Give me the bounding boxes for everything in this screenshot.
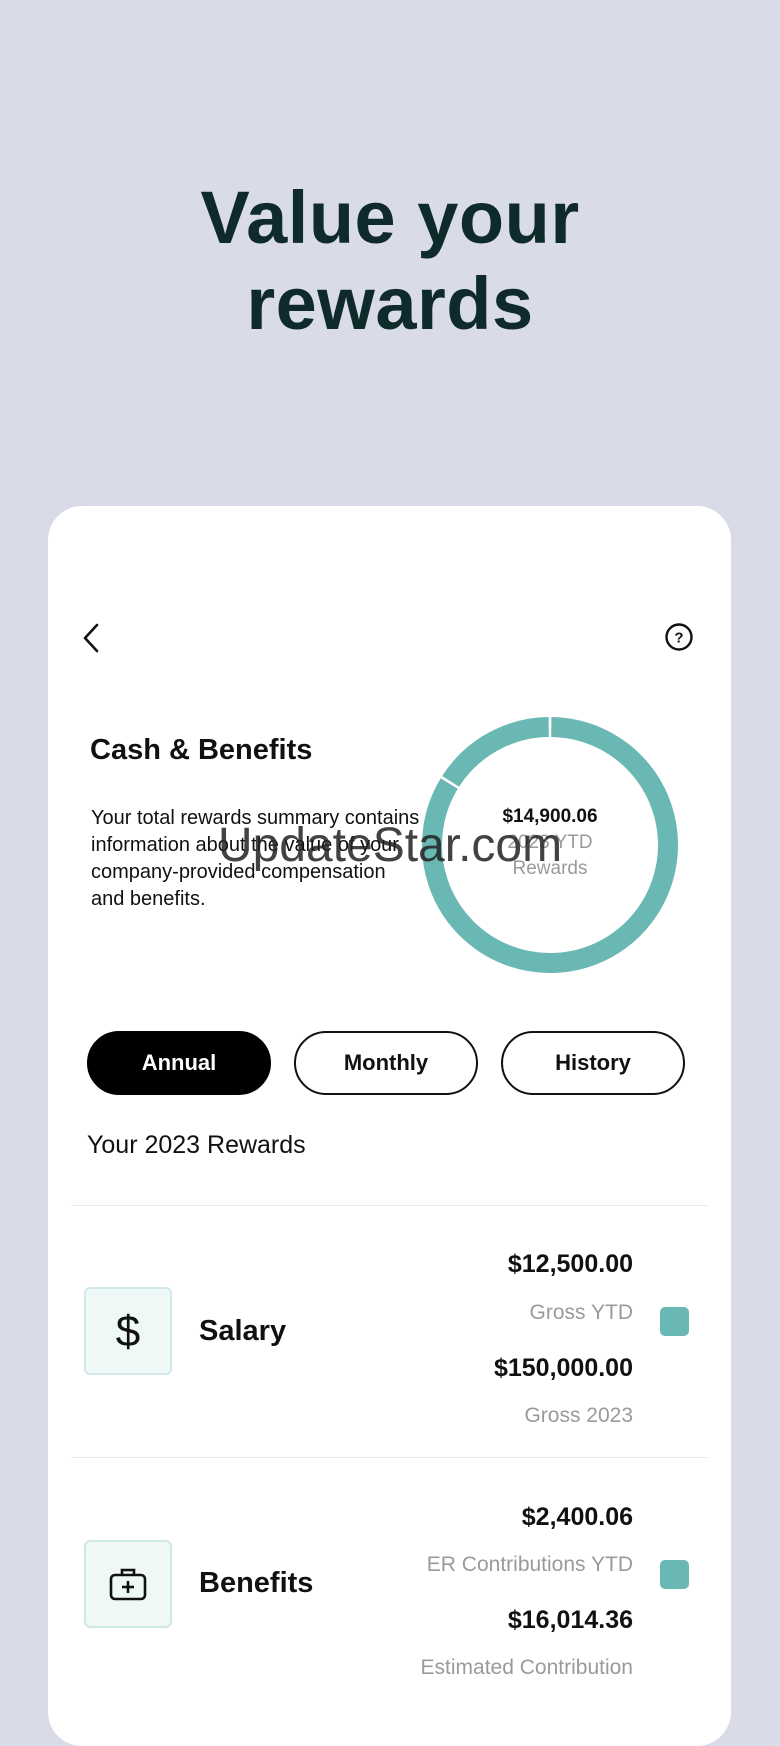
rewards-heading: Your 2023 Rewards (87, 1131, 306, 1159)
benefits-estimated-amount: $16,014.36 (507, 1606, 633, 1634)
divider (71, 1205, 709, 1206)
tab-monthly[interactable]: Monthly (294, 1031, 478, 1095)
salary-annual-label: Gross 2023 (524, 1404, 633, 1427)
benefits-ytd-amount: $2,400.06 (521, 1503, 633, 1531)
divider (71, 1457, 709, 1458)
salary-color-swatch (660, 1307, 689, 1336)
row-label: Salary (199, 1315, 287, 1347)
total-rewards-label-2: Rewards (512, 858, 588, 879)
salary-annual-amount: $150,000.00 (493, 1354, 633, 1382)
headline-line-1: Value your (200, 176, 580, 259)
benefits-icon-box (84, 1540, 172, 1628)
benefits-color-swatch (660, 1560, 689, 1589)
benefits-ytd-label: ER Contributions YTD (426, 1553, 633, 1576)
salary-ytd-label: Gross YTD (529, 1301, 633, 1324)
total-rewards-label: 2023 YTD (507, 832, 593, 853)
question-circle-icon: ? (665, 623, 693, 651)
svg-text:?: ? (674, 630, 683, 647)
dollar-icon: $ (116, 1308, 140, 1354)
headline-line-2: rewards (246, 262, 534, 345)
chevron-left-icon (83, 623, 99, 653)
benefits-estimated-label: Estimated Contribution (420, 1656, 633, 1679)
medical-kit-icon (109, 1568, 147, 1601)
total-rewards-amount: $14,900.06 (502, 806, 598, 827)
help-button[interactable]: ? (664, 622, 694, 652)
tab-history[interactable]: History (501, 1031, 685, 1095)
svg-text:$: $ (116, 1308, 140, 1354)
donut-slice-benefits (442, 717, 550, 787)
salary-ytd-amount: $12,500.00 (507, 1250, 633, 1278)
section-title: Cash & Benefits (90, 734, 313, 766)
page-headline: Value your rewards (0, 175, 780, 347)
summary-description: Your total rewards summary contains info… (91, 807, 420, 910)
back-button[interactable] (78, 620, 106, 656)
tab-annual[interactable]: Annual (87, 1031, 271, 1095)
row-label: Benefits (199, 1567, 314, 1599)
donut-center: $14,900.06 2023 YTD Rewards (468, 806, 632, 882)
salary-icon-box: $ (84, 1287, 172, 1375)
